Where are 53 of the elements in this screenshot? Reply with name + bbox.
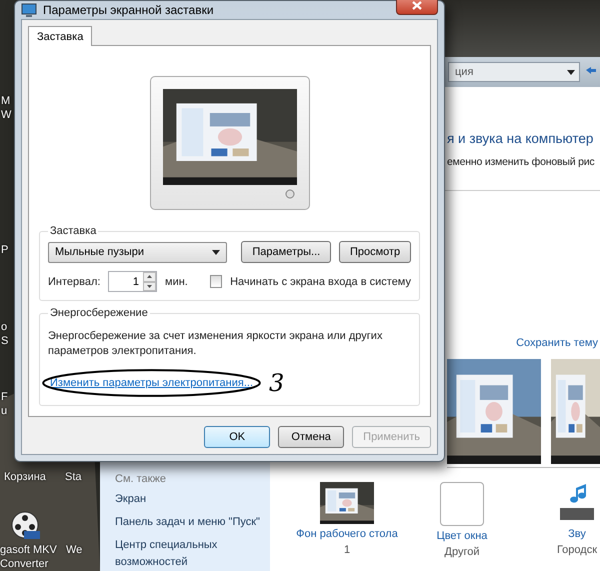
item-value: Городск [556, 544, 598, 556]
item-title-link[interactable]: Зву [568, 528, 586, 540]
unit-label: мин. [165, 276, 188, 288]
interval-spinner[interactable]: 1 [108, 271, 158, 292]
group-legend: Заставка [48, 225, 98, 237]
dropdown-icon [567, 70, 575, 75]
see-also-heading: См. также [115, 473, 167, 485]
page-heading: я и звука на компьютер [447, 131, 594, 146]
window-title: Параметры экранной заставки [43, 3, 215, 17]
spin-up-button[interactable] [143, 272, 156, 282]
desktop-icon-label[interactable]: M [1, 94, 12, 108]
desktop-icon-label[interactable]: o [1, 320, 8, 334]
film-reel-icon[interactable] [10, 510, 40, 540]
desktop-icon-label[interactable]: u [1, 404, 8, 418]
checkbox-label: Начинать с экрана входа в систему [230, 276, 411, 288]
see-also-link[interactable]: Панель задач и меню "Пуск" [115, 514, 265, 531]
item-title-link[interactable]: Цвет окна [436, 530, 488, 542]
see-also-link[interactable]: Центр специальных возможностей [115, 537, 265, 571]
annotation-text: 3 [269, 371, 284, 395]
group-legend: Энергосбережение [48, 307, 150, 319]
desktop-icon-label[interactable]: S [1, 334, 8, 348]
desktop-icon-label[interactable]: Converter [0, 557, 57, 571]
page-description: еменно изменить фоновый рис [447, 156, 596, 168]
logon-checkbox[interactable] [210, 275, 222, 288]
desktop-icon-label[interactable]: Корзина [4, 470, 46, 484]
item-value: Другой [444, 546, 480, 558]
desktop-icon-label[interactable]: P [1, 243, 8, 257]
power-description: Энергосбережение за счет изменения яркости экрана или других параметров электропитания. [48, 329, 384, 359]
caret-icon [212, 250, 220, 254]
desktop-icon-label[interactable]: W [1, 108, 12, 122]
address-field[interactable]: ция [448, 62, 580, 82]
monitor-icon [21, 2, 37, 18]
dialog-button[interactable]: Отмена [278, 426, 344, 448]
dialog-button[interactable]: Параметры... [241, 241, 331, 263]
tab[interactable]: Заставка [28, 26, 92, 46]
close-icon [412, 0, 422, 10]
item-value: 1 [344, 544, 350, 556]
dialog-button[interactable]: OK [204, 426, 270, 448]
dialog-button[interactable]: Просмотр [338, 241, 411, 263]
close-button[interactable] [396, 0, 438, 14]
desktop-icon-label[interactable]: F [1, 390, 8, 404]
save-theme-link[interactable]: Сохранить тему [516, 337, 598, 349]
desktop-icon-label[interactable]: Sta [65, 470, 82, 484]
up-arrow-icon [147, 275, 152, 278]
screensaver-dropdown[interactable]: Мыльные пузыри [48, 242, 228, 262]
color-swatch[interactable] [440, 482, 484, 526]
see-also-link[interactable]: Экран [115, 491, 265, 508]
power-button-icon [284, 189, 294, 199]
desktop-icon-label[interactable]: We [66, 543, 82, 557]
item-title-link[interactable]: Фон рабочего стола [296, 528, 398, 540]
desktop-icon-label[interactable]: gasoft MKV [0, 543, 57, 557]
down-arrow-icon [147, 284, 152, 288]
interval-label: Интервал: [48, 276, 100, 288]
